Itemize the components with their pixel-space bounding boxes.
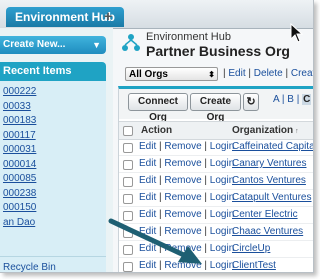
sort-ascending-icon: ↑: [295, 128, 299, 135]
alpha-a[interactable]: A: [273, 94, 279, 105]
login-link[interactable]: Login: [210, 226, 234, 237]
add-tab-icon[interactable]: +: [104, 8, 112, 24]
recent-items-title: Recent Items: [0, 62, 106, 81]
row-checkbox[interactable]: [123, 194, 133, 204]
alpha-b[interactable]: B: [287, 94, 294, 105]
recycle-bin-link[interactable]: Recycle Bin: [0, 256, 106, 273]
action-sep: |: [201, 141, 210, 152]
select-arrows-icon: ⬍: [208, 70, 215, 79]
view-select[interactable]: All Orgs ⬍: [125, 67, 218, 81]
create-new-view-link[interactable]: Create N: [291, 68, 313, 79]
login-link[interactable]: Login: [210, 192, 234, 203]
action-sep: |: [201, 158, 210, 169]
action-sep: |: [201, 175, 210, 186]
recent-item[interactable]: 000031: [3, 143, 106, 158]
table-row: Edit | Remove | Login Caffeinated Capital: [119, 139, 313, 156]
alpha-filter: A | B | C: [273, 94, 312, 105]
org-name-link[interactable]: ClientTest: [232, 258, 276, 272]
page-subtitle: Environment Hub: [146, 31, 231, 43]
page-title: Partner Business Org: [146, 43, 290, 59]
login-link[interactable]: Login: [210, 260, 234, 271]
remove-link[interactable]: Remove: [164, 192, 201, 203]
row-actions: Edit | Remove | Login: [139, 190, 234, 206]
remove-link[interactable]: Remove: [164, 158, 201, 169]
recent-item[interactable]: an Dao: [3, 216, 106, 231]
action-sep: |: [201, 192, 210, 203]
remove-link[interactable]: Remove: [164, 141, 201, 152]
recent-item[interactable]: 000117: [3, 129, 106, 144]
row-actions: Edit | Remove | Login: [139, 139, 234, 155]
table-row: Edit | Remove | Login Cantos Ventures: [119, 173, 313, 190]
table-header: Action Organization ↑: [119, 121, 313, 140]
create-org-button[interactable]: Create Org: [190, 93, 241, 123]
edit-link[interactable]: Edit: [139, 141, 156, 152]
create-new-label: Create New...: [3, 39, 66, 50]
chevron-down-icon: ▼: [92, 40, 101, 50]
org-name-link[interactable]: CircleUp: [232, 241, 270, 257]
list-button-row: Connect Org Create Org ↻ A | B | C: [119, 89, 313, 123]
table-row: Edit | Remove | Login Catapult Ventures: [119, 190, 313, 207]
edit-link[interactable]: Edit: [139, 175, 156, 186]
view-sep: |: [245, 68, 254, 79]
sidebar: Create New... ▼ Recent Items 000222 0003…: [0, 28, 113, 272]
org-name-link[interactable]: Canary Ventures: [232, 156, 307, 172]
row-checkbox[interactable]: [123, 143, 133, 153]
column-action: Action: [141, 125, 173, 136]
table-row: Edit | Remove | Login Canary Ventures: [119, 156, 313, 173]
edit-view-link[interactable]: Edit: [228, 68, 245, 79]
login-link[interactable]: Login: [210, 158, 234, 169]
row-checkbox[interactable]: [123, 160, 133, 170]
column-organization[interactable]: Organization ↑: [232, 122, 299, 140]
org-name-link[interactable]: Center Electric: [232, 207, 298, 223]
recent-item[interactable]: 000183: [3, 114, 106, 129]
view-select-value: All Orgs: [129, 69, 168, 80]
callout-arrow-icon: [108, 218, 202, 264]
refresh-icon[interactable]: ↻: [243, 93, 259, 111]
remove-link[interactable]: Remove: [164, 175, 201, 186]
edit-link[interactable]: Edit: [139, 158, 156, 169]
login-link[interactable]: Login: [210, 141, 234, 152]
tab-bar: Environment Hub +: [0, 0, 313, 29]
org-name-link[interactable]: Chaac Ventures: [232, 224, 303, 240]
row-actions: Edit | Remove | Login: [139, 156, 234, 172]
recent-item[interactable]: 000014: [3, 158, 106, 173]
recent-item[interactable]: 000150: [3, 201, 106, 216]
recent-item[interactable]: 000085: [3, 172, 106, 187]
column-organization-label: Organization: [232, 125, 294, 136]
delete-view-link[interactable]: Delete: [254, 68, 283, 79]
create-new-button[interactable]: Create New... ▼: [0, 36, 106, 54]
org-name-link[interactable]: Cantos Ventures: [232, 173, 306, 189]
login-link[interactable]: Login: [210, 243, 234, 254]
org-name-link[interactable]: Caffeinated Capital: [232, 139, 313, 155]
alpha-c[interactable]: C: [302, 94, 312, 105]
recycle-bin-label: Recycle Bin: [3, 262, 56, 273]
recent-item[interactable]: 000222: [3, 85, 106, 100]
recent-item[interactable]: 00033: [3, 100, 106, 115]
edit-link[interactable]: Edit: [139, 192, 156, 203]
connect-org-button[interactable]: Connect Org: [128, 93, 188, 123]
recent-item[interactable]: 000238: [3, 187, 106, 202]
login-link[interactable]: Login: [210, 175, 234, 186]
mouse-cursor-icon: [290, 23, 304, 43]
row-actions: Edit | Remove | Login: [139, 173, 234, 189]
alpha-sep: |: [281, 94, 285, 105]
recent-items-panel: Recent Items 000222 00033 000183 000117 …: [0, 62, 106, 270]
hierarchy-icon: [122, 34, 140, 51]
select-all-checkbox[interactable]: [123, 126, 133, 136]
row-checkbox[interactable]: [123, 177, 133, 187]
view-links: | Edit | Delete | Create N: [223, 67, 313, 81]
login-link[interactable]: Login: [210, 209, 234, 220]
alpha-sep: |: [296, 94, 300, 105]
view-sep: |: [282, 68, 291, 79]
org-name-link[interactable]: Catapult Ventures: [232, 190, 312, 206]
